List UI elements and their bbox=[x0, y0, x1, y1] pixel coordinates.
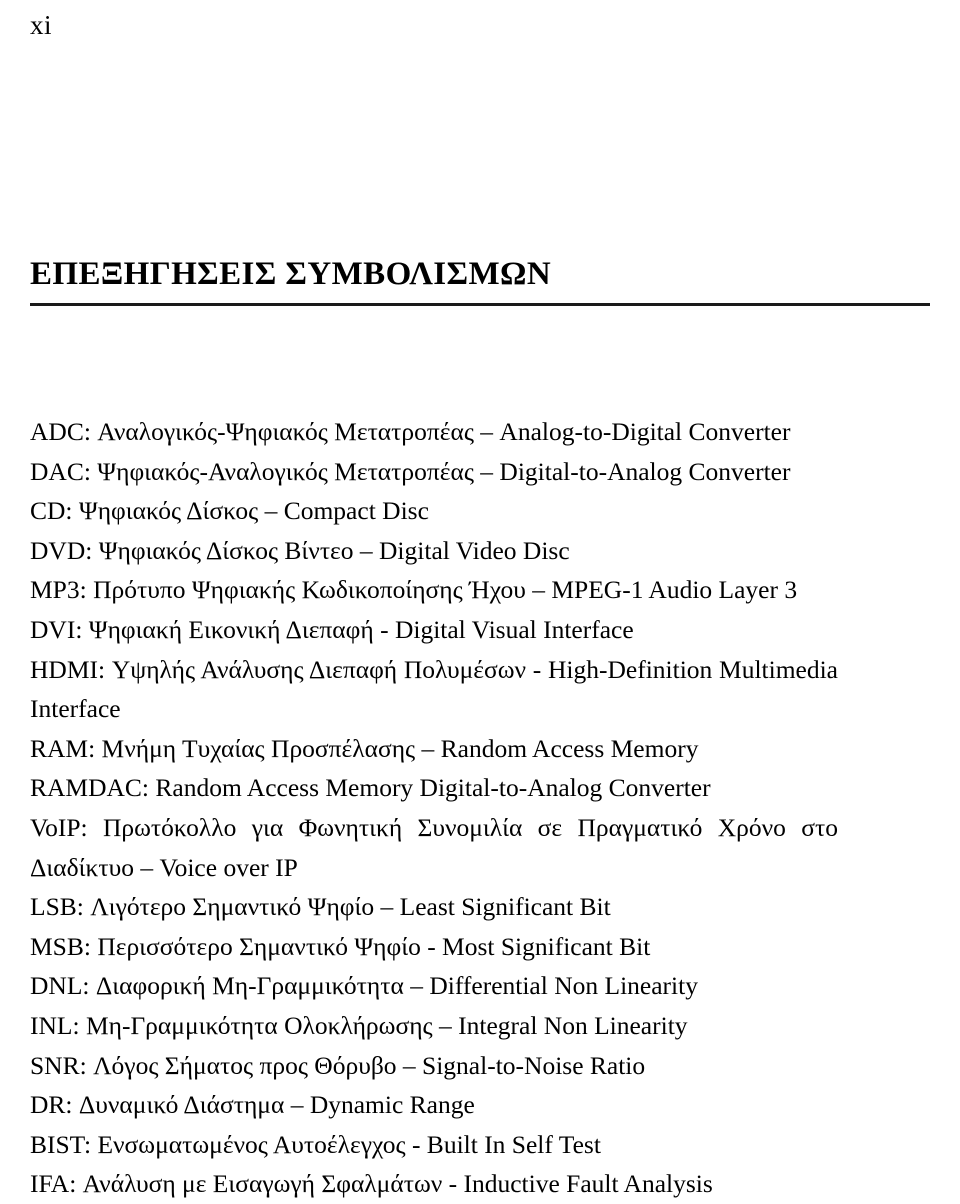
glossary-entry: DVI: Ψηφιακή Εικονική Διεπαφή - Digital … bbox=[30, 614, 634, 644]
page-title: ΕΠΕΞΗΓΗΣΕΙΣ ΣΥΜΒΟΛΙΣΜΩΝ bbox=[30, 256, 552, 292]
glossary-entry: RAM: Μνήμη Τυχαίας Προσπέλασης – Random … bbox=[30, 733, 699, 763]
glossary-entry: ADC: Αναλογικός-Ψηφιακός Μετατροπέας – A… bbox=[30, 417, 791, 446]
glossary-entry: HDMI: Υψηλής Ανάλυσης Διεπαφή Πολυμέσων … bbox=[30, 654, 838, 724]
glossary-entry: BIST: Ενσωματωμένος Αυτοέλεγχος - Built … bbox=[30, 1129, 601, 1159]
glossary-entry: DR: Δυναμικό Διάστημα – Dynamic Range bbox=[30, 1090, 475, 1120]
glossary-entry: LSB: Λιγότερο Σημαντικό Ψηφίο – Least Si… bbox=[30, 892, 611, 922]
glossary-entry: IFA: Ανάλυση με Εισαγωγή Σφαλμάτων - Ind… bbox=[30, 1169, 713, 1199]
glossary-entry: DNL: Διαφορική Μη-Γραμμικότητα – Differe… bbox=[30, 971, 698, 1001]
glossary-entry: MP3: Πρότυπο Ψηφιακής Κωδικοποίησης Ήχου… bbox=[30, 575, 798, 605]
glossary-entry: VoIP: Πρωτόκολλο για Φωνητική Συνομιλία … bbox=[30, 812, 838, 882]
glossary-entry: INL: Μη-Γραμμικότητα Ολοκλήρωσης – Integ… bbox=[30, 1010, 688, 1040]
glossary-list: ADC: Αναλογικός-Ψηφιακός Μετατροπέας – A… bbox=[30, 412, 838, 1204]
glossary-entry: RAMDAC: Random Access Memory Digital-to-… bbox=[30, 773, 711, 803]
glossary-entry: SNR: Λόγος Σήματος προς Θόρυβο – Signal-… bbox=[30, 1050, 646, 1080]
glossary-entry: DAC: Ψηφιακός-Αναλογικός Μετατροπέας – D… bbox=[30, 456, 791, 486]
heading-divider bbox=[30, 303, 930, 306]
glossary-entry: CD: Ψηφιακός Δίσκος – Compact Disc bbox=[30, 496, 429, 526]
document-page: xi ΕΠΕΞΗΓΗΣΕΙΣ ΣΥΜΒΟΛΙΣΜΩΝ ADC: Αναλογικ… bbox=[0, 0, 960, 1198]
glossary-entry: MSB: Περισσότερο Σημαντικό Ψηφίο - Most … bbox=[30, 931, 651, 961]
section-heading-block: ΕΠΕΞΗΓΗΣΕΙΣ ΣΥΜΒΟΛΙΣΜΩΝ bbox=[30, 252, 930, 306]
glossary-entry: DVD: Ψηφιακός Δίσκος Βίντεο – Digital Vi… bbox=[30, 535, 570, 565]
page-folio-number: xi bbox=[30, 10, 53, 40]
